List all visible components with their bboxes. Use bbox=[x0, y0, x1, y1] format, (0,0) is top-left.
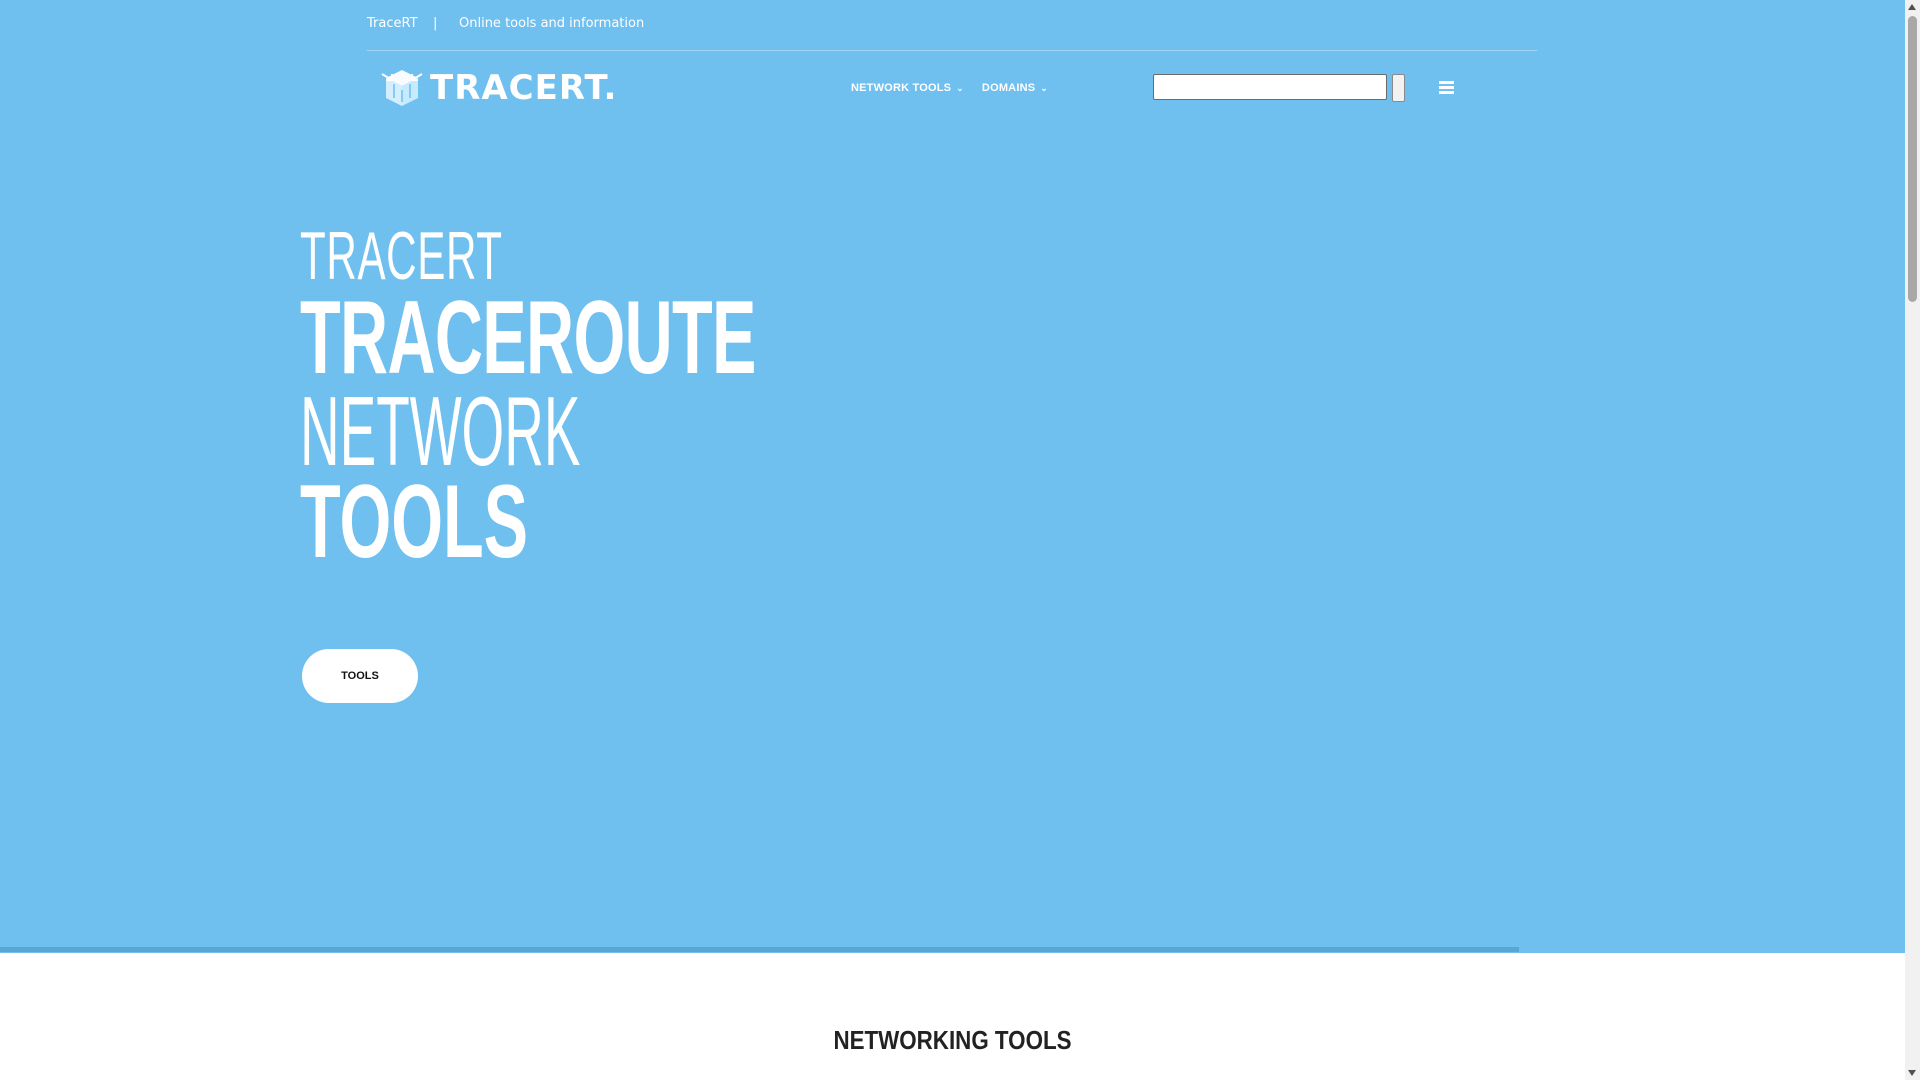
chevron-down-icon: ⌄ bbox=[1040, 82, 1049, 93]
scroll-up-icon[interactable] bbox=[1908, 4, 1916, 10]
scrollbar-thumb[interactable] bbox=[1908, 16, 1917, 302]
hero-heading: TRACERT TRACEROUTE NETWORK TOOLS bbox=[300, 222, 1012, 574]
chevron-down-icon: ⌄ bbox=[956, 82, 964, 93]
cube-arrows-logo-icon bbox=[381, 70, 423, 106]
hero-line-tools: TOOLS bbox=[300, 464, 529, 580]
top-info-bar: TraceRT | Online tools and information bbox=[367, 14, 1537, 51]
search-input[interactable] bbox=[1153, 74, 1387, 100]
nav-network-tools[interactable]: NETWORK TOOLS ⌄ bbox=[851, 82, 964, 94]
nav-network-tools-label: NETWORK TOOLS bbox=[851, 82, 952, 94]
hero-progress-line bbox=[0, 947, 1519, 952]
nav-domains[interactable]: DOMAINS ⌄ bbox=[982, 82, 1048, 94]
logo-text: TRACERT. bbox=[430, 68, 618, 108]
hero-line-traceroute: TRACEROUTE bbox=[300, 280, 756, 396]
page-scrollbar[interactable] bbox=[1905, 0, 1920, 1080]
topbar-tagline: Online tools and information bbox=[459, 16, 645, 31]
hamburger-menu-icon[interactable] bbox=[1439, 81, 1454, 94]
main-nav: NETWORK TOOLS ⌄ DOMAINS ⌄ bbox=[851, 82, 1048, 94]
tools-button[interactable]: TOOLS bbox=[302, 649, 418, 703]
topbar-site-name[interactable]: TraceRT bbox=[367, 16, 418, 31]
search-button[interactable] bbox=[1392, 74, 1405, 102]
nav-domains-label: DOMAINS bbox=[981, 82, 1036, 94]
section-title: NETWORKING TOOLS bbox=[833, 1025, 1072, 1055]
topbar-separator: | bbox=[433, 16, 438, 31]
scroll-down-icon[interactable] bbox=[1908, 1070, 1916, 1076]
site-logo[interactable]: TRACERT. bbox=[380, 68, 617, 108]
hero-section: TraceRT | Online tools and information T… bbox=[0, 0, 1905, 953]
